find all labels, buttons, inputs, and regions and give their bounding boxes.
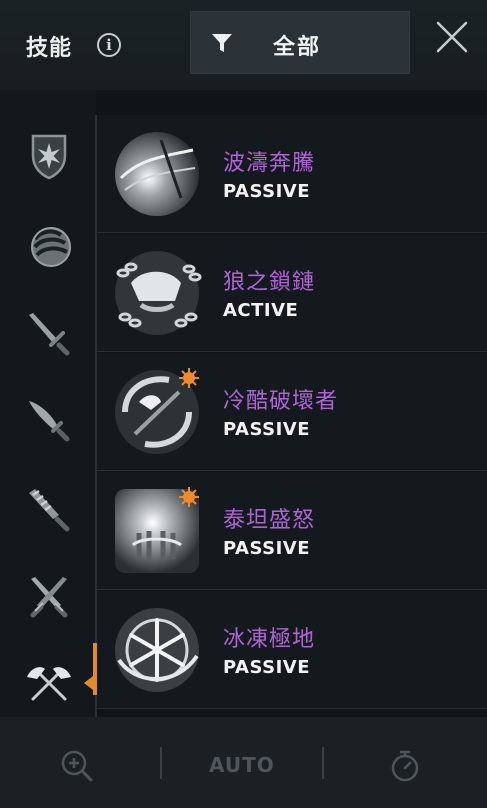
toolbar-divider bbox=[322, 747, 324, 779]
skill-row[interactable]: 波濤奔騰 PASSIVE bbox=[97, 115, 487, 233]
shield-star-icon bbox=[31, 134, 67, 180]
spiked-club-icon bbox=[29, 489, 70, 532]
stopwatch-icon[interactable] bbox=[388, 749, 422, 783]
skill-row[interactable]: 冷酷破壞者 PASSIVE bbox=[97, 353, 487, 471]
close-icon[interactable] bbox=[430, 15, 474, 59]
skills-header: 技能 i 全部 bbox=[0, 0, 487, 90]
page-title: 技能 bbox=[26, 36, 73, 61]
category-blade[interactable] bbox=[18, 390, 80, 452]
selected-category-arrow bbox=[84, 676, 93, 690]
category-dual-swords[interactable] bbox=[18, 566, 80, 628]
sun-badge-icon bbox=[179, 487, 199, 507]
crossed-swords-icon bbox=[30, 577, 68, 618]
skill-name: 狼之鎖鏈 bbox=[223, 270, 316, 295]
ruthless-destroyer-skill-icon bbox=[115, 368, 199, 454]
toolbar-divider bbox=[160, 747, 162, 779]
sword-icon bbox=[29, 313, 70, 356]
titan-rage-skill-icon bbox=[115, 487, 199, 573]
skill-row[interactable]: 狼之鎖鏈 ACTIVE bbox=[97, 234, 487, 352]
fist-icon bbox=[31, 227, 71, 267]
skill-name: 冰凍極地 bbox=[223, 627, 316, 652]
filter-dropdown-button[interactable]: 全部 bbox=[190, 11, 410, 74]
skill-name: 冷酷破壞者 bbox=[223, 389, 339, 414]
skill-type: PASSIVE bbox=[223, 657, 311, 678]
skill-type: PASSIVE bbox=[223, 419, 311, 440]
category-fist[interactable] bbox=[18, 214, 80, 276]
category-axes[interactable] bbox=[18, 652, 80, 714]
sun-badge-icon bbox=[179, 368, 199, 388]
skill-name: 波濤奔騰 bbox=[223, 151, 316, 176]
filter-label: 全部 bbox=[273, 35, 322, 60]
skill-row[interactable]: 冰凍極地 PASSIVE bbox=[97, 591, 487, 709]
auto-button[interactable]: AUTO bbox=[209, 753, 275, 777]
skill-type: PASSIVE bbox=[223, 538, 311, 559]
blade-icon bbox=[29, 401, 70, 442]
skill-list: 波濤奔騰 PASSIVE 狼之鎖鏈 ACTIVE 冷酷破壞者 PASSIVE 泰… bbox=[97, 115, 487, 717]
category-defense[interactable] bbox=[18, 125, 80, 187]
skill-row[interactable]: 泰坦盛怒 PASSIVE bbox=[97, 472, 487, 590]
skill-type: ACTIVE bbox=[223, 300, 299, 321]
frozen-polar-skill-icon bbox=[115, 608, 199, 692]
info-icon[interactable]: i bbox=[97, 33, 121, 57]
skill-name: 泰坦盛怒 bbox=[223, 508, 316, 533]
skill-type: PASSIVE bbox=[223, 181, 311, 202]
zoom-in-icon[interactable] bbox=[60, 749, 94, 783]
bottom-toolbar: AUTO bbox=[0, 717, 487, 808]
funnel-icon bbox=[212, 34, 232, 52]
category-sword[interactable] bbox=[18, 302, 80, 364]
category-club[interactable] bbox=[18, 478, 80, 540]
wolf-chains-skill-icon bbox=[115, 251, 202, 335]
crossed-axes-icon bbox=[27, 667, 71, 701]
wave-surge-skill-icon bbox=[115, 132, 199, 216]
